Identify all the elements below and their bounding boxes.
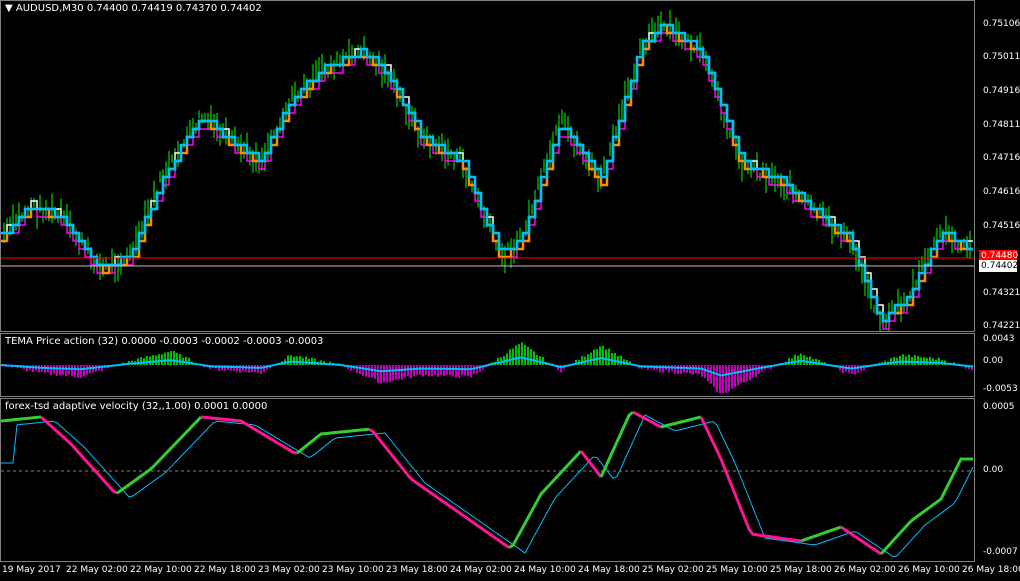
price-chart-canvas	[1, 9, 974, 331]
velocity-axis: 0.0005 0.00 -0.0007	[975, 398, 1020, 562]
tema-title: TEMA Price action (32) 0.0000 -0.0003 -0…	[5, 336, 324, 347]
velocity-line-segment	[840, 525, 882, 556]
velocity-line-segment	[800, 525, 842, 543]
velocity-title: forex-tsd adaptive velocity (32,,1.00) 0…	[5, 401, 268, 412]
velocity-line-segment	[508, 449, 583, 549]
time-tick: 23 May 18:00	[386, 565, 448, 575]
time-tick: 26 May 10:00	[898, 565, 960, 575]
time-tick: 22 May 10:00	[130, 565, 192, 575]
time-tick: 25 May 02:00	[642, 565, 704, 575]
price-tick: 0.74221	[983, 321, 1020, 331]
tema-tick: 0.0043	[983, 334, 1015, 344]
white-step-line	[1, 24, 973, 322]
time-tick: 24 May 18:00	[578, 565, 640, 575]
time-tick: 25 May 10:00	[706, 565, 768, 575]
velocity-line-segment	[632, 410, 662, 429]
time-tick: 23 May 10:00	[322, 565, 384, 575]
tema-tick: -0.0053	[983, 384, 1018, 394]
tema-axis: 0.0043 0.00 -0.0053	[975, 333, 1020, 397]
bid-price-tag: 0.74402	[979, 260, 1019, 272]
velocity-line-segment	[879, 457, 973, 556]
orange-step-line	[1, 23, 973, 323]
price-tick: 0.74716	[983, 153, 1020, 163]
velocity-slow-line	[1, 414, 974, 558]
velocity-line-segment	[579, 450, 603, 478]
velocity-tick: -0.0007	[983, 547, 1018, 557]
price-tick: 0.74811	[983, 120, 1020, 130]
velocity-line-segment	[1, 415, 42, 423]
price-tick: 0.75011	[983, 52, 1020, 62]
time-tick: 24 May 10:00	[514, 565, 576, 575]
velocity-canvas	[1, 410, 974, 558]
magenta-step-line	[1, 32, 973, 330]
time-tick: 22 May 18:00	[194, 565, 256, 575]
tema-tick: 0.00	[983, 356, 1004, 366]
time-tick: 22 May 02:00	[66, 565, 128, 575]
velocity-line-segment	[39, 415, 118, 495]
chart-menu-icon[interactable]: ▼	[5, 3, 13, 14]
velocity-line-segment	[699, 416, 802, 543]
time-tick: 24 May 02:00	[450, 565, 512, 575]
price-tick: 0.74616	[983, 187, 1020, 197]
tema-indicator-pane[interactable]: TEMA Price action (32) 0.0000 -0.0003 -0…	[0, 333, 975, 397]
symbol-quote-label: AUDUSD,M30 0.74400 0.74419 0.74370 0.744…	[15, 3, 262, 14]
velocity-line-segment	[368, 427, 510, 549]
price-chart-pane[interactable]: ▼ AUDUSD,M30 0.74400 0.74419 0.74370 0.7…	[0, 0, 975, 332]
velocity-line-segment	[116, 415, 203, 495]
velocity-line-segment	[599, 410, 634, 478]
price-tick: 0.74321	[983, 288, 1020, 298]
velocity-line-segment	[296, 427, 370, 455]
velocity-indicator-pane[interactable]: forex-tsd adaptive velocity (32,,1.00) 0…	[0, 398, 975, 562]
time-tick: 26 May 02:00	[834, 565, 896, 575]
price-tick: 0.75106	[983, 19, 1020, 29]
velocity-tick: 0.0005	[983, 402, 1015, 412]
time-tick: 25 May 18:00	[770, 565, 832, 575]
cyan-step-line	[1, 23, 973, 323]
time-tick: 23 May 02:00	[258, 565, 320, 575]
price-tick: 0.74516	[983, 221, 1020, 231]
time-tick: 19 May 2017	[2, 565, 61, 575]
velocity-tick: 0.00	[983, 465, 1004, 475]
price-axis: 0.75106 0.75011 0.74916 0.74811 0.74716 …	[975, 0, 1020, 332]
time-tick: 26 May 18:00	[962, 565, 1020, 575]
price-tick: 0.74916	[983, 86, 1020, 96]
price-chart-title: ▼ AUDUSD,M30 0.74400 0.74419 0.74370 0.7…	[5, 3, 262, 14]
